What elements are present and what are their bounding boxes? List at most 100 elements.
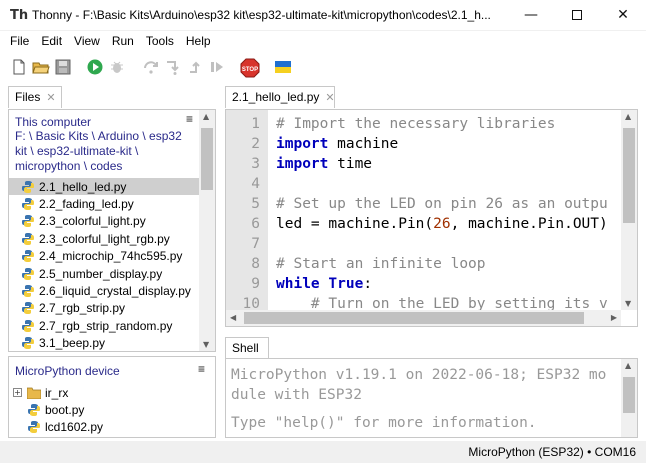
code-line: # Start an infinite loop [276, 254, 621, 274]
shell-scrollbar[interactable]: ▲ [621, 359, 637, 437]
editor-tab-close-icon[interactable]: ✕ [325, 92, 334, 104]
scroll-up-arrow-icon[interactable]: ▲ [625, 112, 631, 121]
tab-shell[interactable]: Shell [225, 337, 269, 359]
scroll-down-arrow-icon[interactable]: ▼ [203, 340, 209, 349]
python-file-icon [22, 337, 34, 350]
python-file-icon [22, 285, 34, 298]
code-token: : [363, 276, 373, 292]
debug-button[interactable] [108, 58, 126, 76]
step-out-button[interactable] [186, 58, 204, 76]
line-number: 7 [251, 236, 260, 252]
menu-edit[interactable]: Edit [35, 34, 68, 48]
files-tab-close-icon[interactable]: ✕ [46, 92, 55, 104]
files-menu-icon[interactable]: ≡ [186, 112, 193, 126]
tab-files[interactable]: Files ✕ [8, 86, 62, 108]
device-item-folder[interactable]: + ir_rx [9, 384, 68, 401]
line-number: 8 [251, 256, 260, 272]
code-token: import [276, 156, 329, 172]
scroll-left-arrow-icon[interactable]: ◀ [230, 313, 236, 322]
thonny-app-icon: Th [10, 8, 29, 23]
menu-bar: File Edit View Run Tools Help [0, 31, 646, 51]
file-list-item[interactable]: 2.3_colorful_light.py [9, 213, 199, 230]
minimize-button[interactable]: — [508, 0, 554, 31]
menu-help[interactable]: Help [180, 34, 217, 48]
scroll-right-arrow-icon[interactable]: ▶ [611, 313, 617, 322]
file-list-item[interactable]: 3.1_beep.py [9, 335, 199, 351]
file-list-item[interactable]: 2.2_fading_led.py [9, 195, 199, 212]
line-number: 9 [251, 276, 260, 292]
code-area[interactable]: # Import the necessary libraries import m… [276, 114, 621, 310]
line-number: 6 [251, 216, 260, 232]
toolbar: STOP [0, 54, 646, 80]
shell-scrollbar-thumb[interactable] [623, 377, 635, 413]
debug-icon [111, 61, 123, 73]
python-file-icon [22, 180, 34, 193]
file-name: 2.6_liquid_crystal_display.py [39, 284, 191, 299]
editor-horizontal-scrollbar[interactable]: ◀ ▶ [226, 310, 621, 326]
file-name: 2.4_microchip_74hc595.py [39, 249, 183, 264]
maximize-button[interactable] [554, 0, 600, 31]
shell-output-line: MicroPython v1.19.1 on 2022-06-18; ESP32… [231, 367, 607, 383]
python-file-icon [28, 420, 40, 433]
device-item-file[interactable]: boot.py [9, 401, 84, 418]
editor-scrollbar-thumb[interactable] [623, 128, 635, 223]
expand-icon[interactable]: + [13, 388, 22, 397]
device-item-label: lcd1602.py [45, 419, 104, 434]
device-item-label: ir_rx [45, 385, 69, 400]
path-breadcrumb-line-2[interactable]: kit \ esp32-ultimate-kit \ [15, 144, 138, 158]
shell-panel[interactable]: MicroPython v1.19.1 on 2022-06-18; ESP32… [225, 358, 638, 438]
open-file-button[interactable] [32, 58, 50, 76]
code-line: while True: [276, 274, 621, 294]
run-icon [87, 59, 103, 75]
ukraine-flag-button[interactable] [274, 58, 292, 76]
file-list-item[interactable]: 2.5_number_display.py [9, 265, 199, 282]
editor-hscroll-thumb[interactable] [244, 312, 584, 324]
menu-tools[interactable]: Tools [140, 34, 180, 48]
files-scrollbar-thumb[interactable] [201, 128, 213, 190]
python-file-icon [22, 302, 34, 315]
file-list-item[interactable]: 2.7_rgb_strip.py [9, 300, 199, 317]
resume-button[interactable] [208, 58, 226, 76]
python-file-icon [22, 267, 34, 280]
new-file-button[interactable] [10, 58, 28, 76]
scroll-down-arrow-icon[interactable]: ▼ [625, 299, 631, 308]
tab-editor-file[interactable]: 2.1_hello_led.py ✕ [225, 86, 335, 108]
menu-run[interactable]: Run [106, 34, 140, 48]
code-token: machine [328, 136, 399, 152]
path-breadcrumb-line-3[interactable]: micropython \ codes [15, 159, 122, 173]
stop-icon: STOP [240, 58, 260, 78]
file-name: 2.3_colorful_light.py [39, 214, 146, 229]
code-editor[interactable]: 1 2 3 4 5 6 7 8 9 10 # Import the necessary libra… [225, 109, 638, 327]
stop-button[interactable]: STOP [240, 58, 260, 78]
interpreter-status[interactable]: MicroPython (ESP32) • COM16 [468, 445, 636, 459]
code-line: import time [276, 154, 621, 174]
file-name: 2.7_rgb_strip.py [39, 301, 126, 316]
device-menu-icon[interactable]: ≡ [198, 362, 205, 376]
run-button[interactable] [86, 58, 104, 76]
step-out-icon [190, 61, 200, 73]
code-line: led = machine.Pin(26, machine.Pin.OUT) [276, 214, 621, 234]
save-button[interactable] [54, 58, 72, 76]
scroll-up-arrow-icon[interactable]: ▲ [625, 361, 631, 370]
menu-view[interactable]: View [68, 34, 106, 48]
close-button[interactable]: ✕ [600, 0, 646, 31]
code-line: # Import the necessary libraries [276, 114, 621, 134]
files-scrollbar[interactable]: ▲ ▼ [199, 110, 215, 351]
menu-file[interactable]: File [4, 34, 35, 48]
file-list-item[interactable]: 2.1_hello_led.py [9, 178, 199, 196]
path-breadcrumb-line-1[interactable]: F: \ Basic Kits \ Arduino \ esp32 [15, 129, 182, 143]
code-token: # Turn on the LED by setting its v [276, 296, 608, 310]
file-list-item[interactable]: 2.7_rgb_strip_random.py [9, 317, 199, 334]
step-into-button[interactable] [164, 58, 182, 76]
shell-tab-label: Shell [232, 341, 259, 355]
file-list-item[interactable]: 2.6_liquid_crystal_display.py [9, 282, 199, 299]
editor-vertical-scrollbar[interactable]: ▲ ▼ [621, 110, 637, 310]
device-item-file[interactable]: lcd1602.py [9, 418, 103, 435]
python-file-icon [22, 198, 34, 211]
file-list-item[interactable]: 2.3_colorful_light_rgb.py [9, 230, 199, 247]
file-list-item[interactable]: 2.4_microchip_74hc595.py [9, 248, 199, 265]
code-token: while [276, 276, 320, 292]
scroll-up-arrow-icon[interactable]: ▲ [203, 112, 209, 121]
shell-output-line: Type "help()" for more information. [231, 415, 537, 431]
step-over-button[interactable] [142, 58, 160, 76]
